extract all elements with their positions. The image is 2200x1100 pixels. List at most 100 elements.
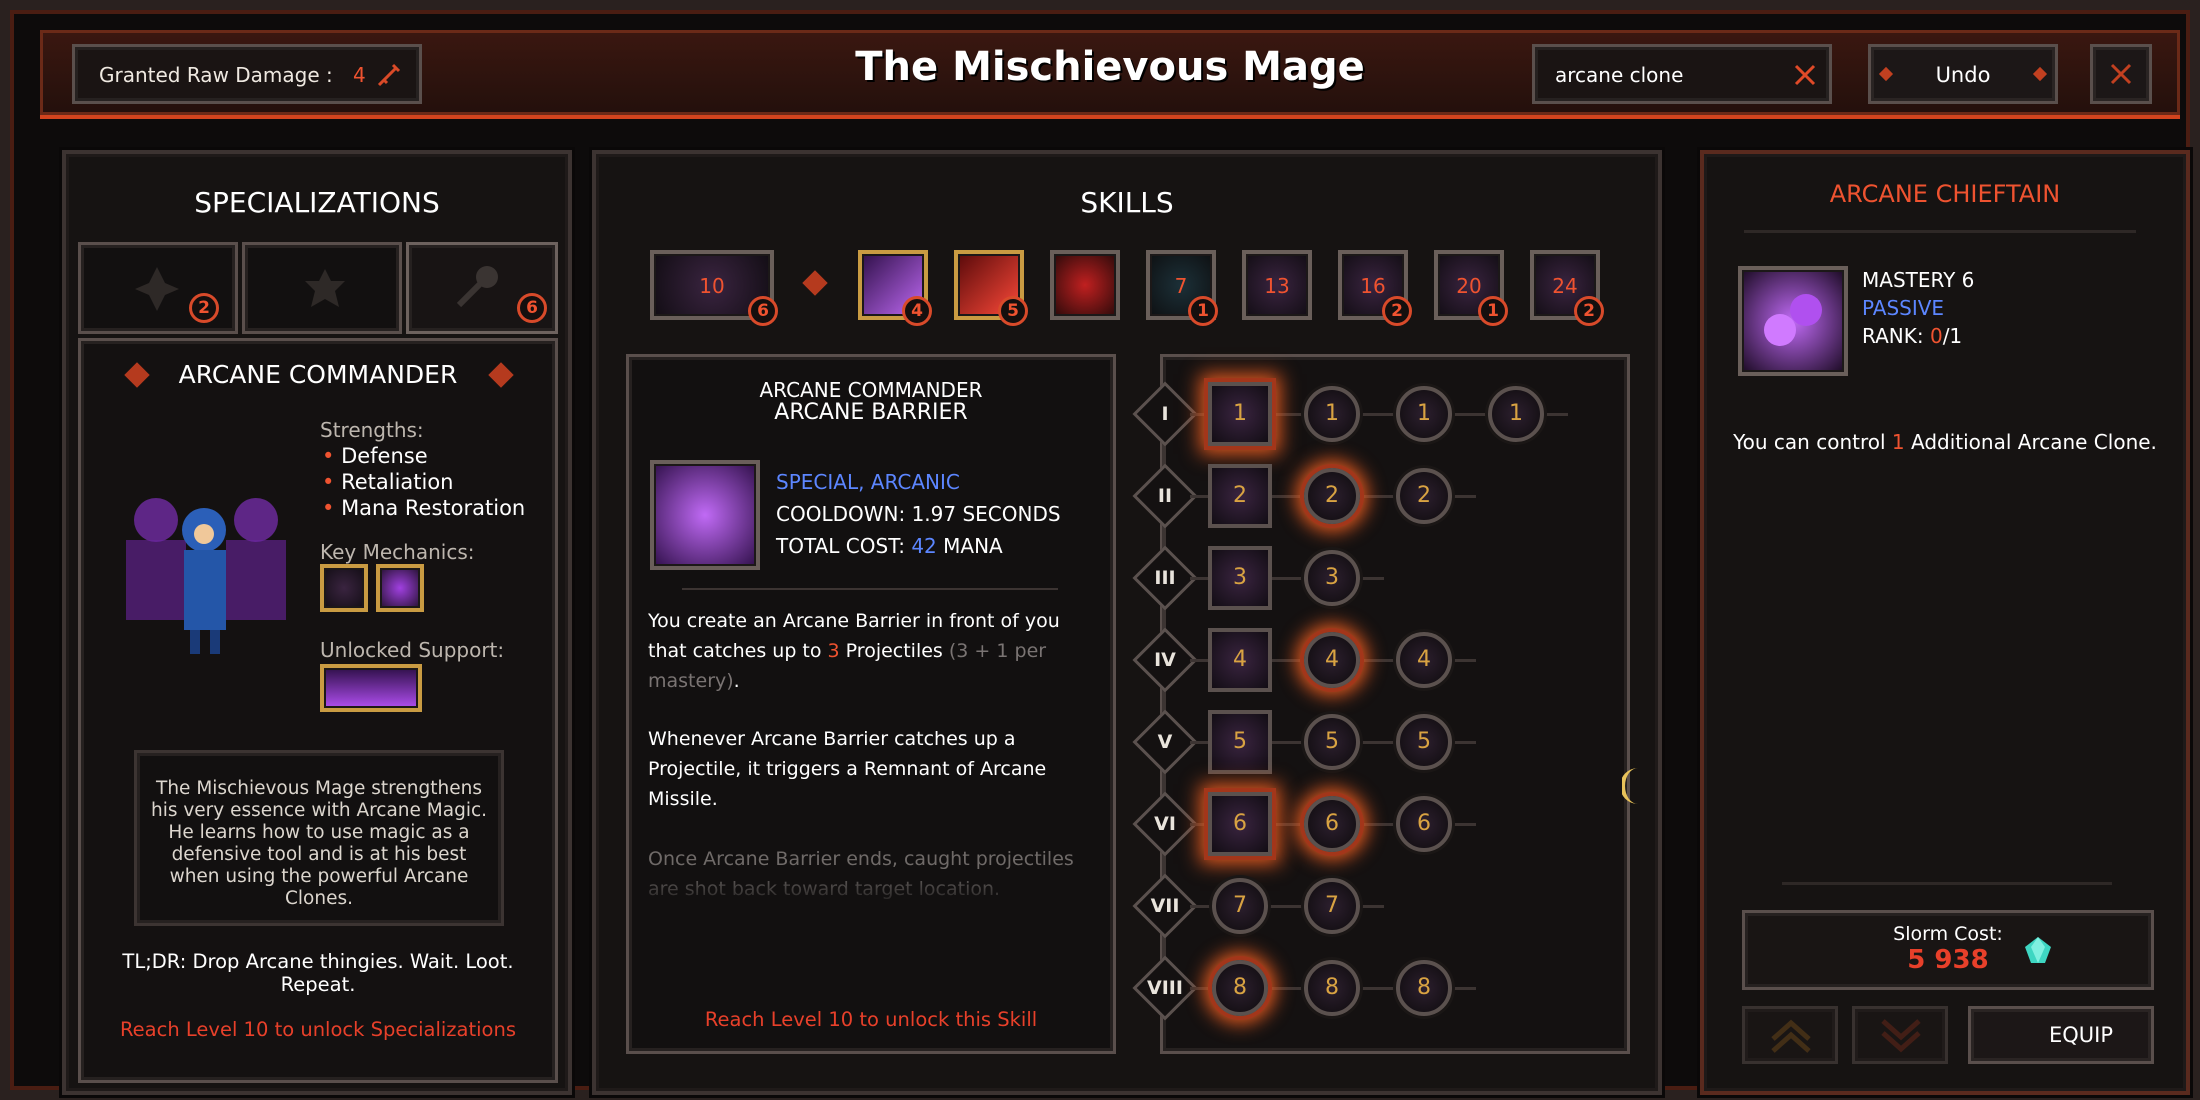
clear-search-icon[interactable]: [1791, 61, 1819, 89]
mastery-node[interactable]: 1: [1396, 386, 1452, 442]
skill-tile-badge: 5: [998, 296, 1028, 326]
spec-tldr: TL;DR: Drop Arcane thingies. Wait. Loot.…: [122, 950, 514, 996]
skill-upgrade-node[interactable]: 4: [1208, 628, 1272, 692]
skill-tile-badge: 6: [748, 296, 778, 326]
strengths-label: Strengths:: [320, 418, 424, 442]
skill-description-1: You create an Arcane Barrier in front of…: [648, 610, 1060, 692]
upgrade-icon: [1738, 266, 1848, 376]
mastery-node[interactable]: 8: [1304, 960, 1360, 1016]
mage-portrait: [126, 498, 286, 654]
skill-tile-badge: 4: [902, 296, 932, 326]
skill-detail-title: ARCANE BARRIER: [774, 400, 968, 425]
scroll-up-button[interactable]: [1742, 1006, 1838, 1064]
mastery-node[interactable]: 8: [1396, 960, 1452, 1016]
upgrade-type: PASSIVE: [1862, 296, 1945, 320]
moon-icon: [1622, 768, 1638, 804]
skill-upgrade-node[interactable]: 1: [1208, 382, 1272, 446]
skill-tile-badge: 2: [1574, 296, 1604, 326]
mastery-node[interactable]: 4: [1396, 632, 1452, 688]
skill-detail-card: [626, 354, 1116, 1054]
slorm-cost-box: Slorm Cost: 5 938: [1742, 910, 2154, 990]
strength-item: • Defense: [322, 444, 428, 468]
mastery-node[interactable]: 4: [1304, 632, 1360, 688]
title-divider: [1744, 230, 2136, 233]
mastery-node[interactable]: 3: [1304, 550, 1360, 606]
undo-button[interactable]: Undo: [1868, 44, 2058, 104]
mace-icon: [456, 266, 498, 308]
strength-item: • Mana Restoration: [322, 496, 526, 520]
specializations-header: SPECIALIZATIONS: [194, 186, 440, 219]
upgrade-rank: RANK: 0/1: [1862, 324, 1963, 348]
mechanic-staff-icon[interactable]: [320, 564, 368, 612]
mastery-node[interactable]: 1: [1488, 386, 1544, 442]
skill-detail-subtitle: ARCANE COMMANDER: [759, 378, 983, 402]
sword-icon: [377, 63, 401, 87]
granted-damage-value: 4: [353, 63, 366, 87]
mastery-node[interactable]: 7: [1212, 878, 1268, 934]
skill-tile-badge: 1: [1478, 296, 1508, 326]
strength-item: • Retaliation: [322, 470, 454, 494]
double-chevron-down-icon: [1881, 1019, 1921, 1053]
mastery-node[interactable]: 2: [1304, 468, 1360, 524]
slorm-cost-value: 5 938: [1907, 945, 1989, 975]
scroll-down-button[interactable]: [1852, 1006, 1948, 1064]
skill-cost: TOTAL COST: 42 MANA: [776, 534, 1003, 558]
mastery-node[interactable]: 2: [1396, 468, 1452, 524]
skill-tile[interactable]: 13: [1242, 250, 1312, 320]
equip-button[interactable]: EQUIP: [1968, 1006, 2154, 1064]
arcane-orbs-icon: [1764, 294, 1822, 346]
key-mechanics-label: Key Mechanics:: [320, 540, 475, 564]
skill-tags: SPECIAL, ARCANIC: [776, 470, 960, 494]
close-button[interactable]: [2090, 44, 2152, 104]
skill-tile-badge: 2: [1382, 296, 1412, 326]
skill-tree: [1160, 354, 1630, 1054]
spec-tab-1-badge: 2: [189, 293, 219, 323]
mastery-node[interactable]: 1: [1304, 386, 1360, 442]
spec-tab-3[interactable]: 6: [406, 242, 558, 334]
equip-label: EQUIP: [2048, 1023, 2114, 1047]
mastery-node[interactable]: 5: [1304, 714, 1360, 770]
granted-damage-box: Granted Raw Damage : 4: [72, 44, 422, 104]
unlocked-support-label: Unlocked Support:: [320, 638, 505, 662]
skill-upgrade-node[interactable]: 3: [1208, 546, 1272, 610]
skill-cooldown: COOLDOWN: 1.97 SECONDS: [776, 502, 1061, 526]
skill-detail-icon: [650, 460, 760, 570]
close-icon: [2110, 63, 2132, 85]
spec-description: The Mischievous Mage strengthens his ver…: [150, 778, 488, 909]
spec-tab-2[interactable]: [242, 242, 402, 334]
support-skill-icon[interactable]: [320, 664, 422, 712]
skill-tile[interactable]: [1050, 250, 1120, 320]
ornament-divider: [1782, 882, 2112, 885]
mastery-node[interactable]: 7: [1304, 878, 1360, 934]
specialization-emblem-icon: [305, 269, 345, 307]
skill-unlock-message: Reach Level 10 to unlock this Skill: [704, 1008, 1038, 1031]
skill-tile-badge: 1: [1188, 296, 1218, 326]
specialization-emblem-icon: [135, 267, 179, 311]
slorm-gem-icon: [2025, 937, 2051, 963]
specialization-name: ARCANE COMMANDER: [178, 360, 458, 389]
search-box[interactable]: [1532, 44, 1832, 104]
double-chevron-up-icon: [1771, 1019, 1811, 1053]
skills-header: SKILLS: [1080, 186, 1174, 219]
skill-upgrade-node[interactable]: 5: [1208, 710, 1272, 774]
mastery-node[interactable]: 5: [1396, 714, 1452, 770]
slorm-cost-label: Slorm Cost:: [1893, 923, 2003, 945]
mastery-node[interactable]: 8: [1212, 960, 1268, 1016]
granted-damage-label: Granted Raw Damage :: [99, 63, 333, 87]
search-input[interactable]: [1555, 59, 1775, 91]
divider: [682, 588, 1058, 590]
skill-description-fade: [636, 870, 1096, 910]
upgrade-title: ARCANE CHIEFTAIN: [1829, 180, 2061, 208]
skill-upgrade-node[interactable]: 6: [1208, 792, 1272, 856]
mechanic-orb-icon[interactable]: [376, 564, 424, 612]
spec-tab-3-badge: 6: [517, 293, 547, 323]
spec-tab-1[interactable]: 2: [78, 242, 238, 334]
undo-label: Undo: [1935, 63, 1991, 87]
skill-description-2: Whenever Arcane Barrier catches up a Pro…: [648, 728, 1047, 810]
mastery-node[interactable]: 6: [1396, 796, 1452, 852]
skill-upgrade-node[interactable]: 2: [1208, 464, 1272, 528]
mastery-node[interactable]: 6: [1304, 796, 1360, 852]
upgrade-description: You can control 1 Additional Arcane Clon…: [1733, 430, 2157, 454]
spec-unlock-message: Reach Level 10 to unlock Specializations: [119, 1018, 516, 1041]
upgrade-mastery: MASTERY 6: [1862, 268, 1975, 292]
